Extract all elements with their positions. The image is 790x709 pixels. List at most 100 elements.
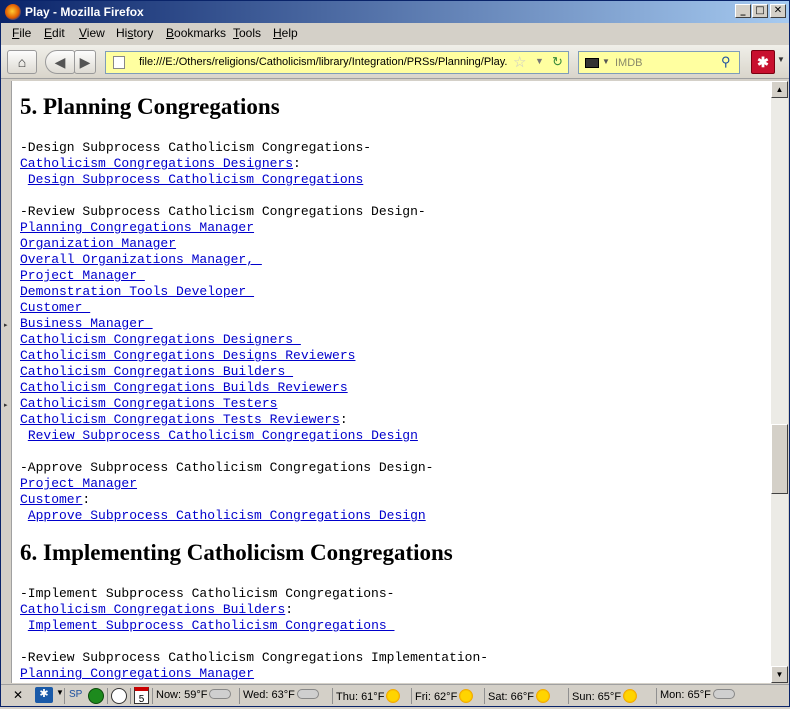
actor-link[interactable]: Business Manager	[20, 316, 153, 331]
partly-sunny-icon	[623, 689, 638, 703]
menu-file[interactable]: File	[12, 26, 31, 40]
actor-suffix: :	[285, 602, 294, 617]
scroll-down-arrow-icon[interactable]: ▼	[771, 666, 788, 683]
subprocess-link[interactable]: Review Subprocess Catholicism Congregati…	[28, 428, 418, 443]
section-heading: 5. Planning Congregations	[20, 94, 280, 119]
actor-link[interactable]: Planning Congregations Manager	[20, 220, 254, 235]
actor-suffix: :	[82, 492, 91, 507]
partly-sunny-icon	[535, 689, 550, 703]
scrollbar-thumb[interactable]	[771, 424, 788, 494]
weather-now[interactable]: Now: 59°F	[156, 689, 232, 701]
addon-button[interactable]: ✱	[751, 50, 775, 74]
close-findbar-icon[interactable]: ✕	[13, 688, 23, 702]
sun-icon	[459, 689, 474, 703]
url-text[interactable]: file:///E:/Others/religions/Catholicism/…	[139, 56, 509, 68]
title-bar: Play - Mozilla Firefox _ □ ✕	[1, 1, 789, 23]
sidebar-grip[interactable]: ▸ ▸	[1, 81, 11, 683]
back-arrow-icon: ◀	[54, 54, 66, 70]
addon-dropdown-icon[interactable]: ▼	[56, 688, 64, 697]
subprocess-link[interactable]: Design Subprocess Catholicism Congregati…	[28, 172, 363, 187]
cloud-icon	[712, 689, 735, 699]
navigation-toolbar: ⌂ ◀ ▶ file:///E:/Others/religions/Cathol…	[1, 45, 789, 79]
actor-link[interactable]: Overall Organizations Manager,	[20, 252, 262, 267]
grip-arrow-icon: ▸	[4, 322, 8, 329]
reload-icon[interactable]: ↻	[552, 54, 563, 70]
page-content: 5. Planning Congregations -Design Subpro…	[11, 81, 771, 683]
search-bar[interactable]: ▼ IMDB ⚲	[578, 51, 740, 74]
grip-arrow-icon: ▸	[4, 402, 8, 409]
process-title: -Review Subprocess Catholicism Congregat…	[20, 204, 426, 219]
actor-link[interactable]: Catholicism Congregations Builds Reviewe…	[20, 380, 348, 395]
firefox-logo-icon	[5, 4, 21, 20]
menu-edit[interactable]: Edit	[44, 26, 65, 40]
search-input[interactable]: IMDB	[615, 57, 643, 69]
menu-history[interactable]: History	[116, 26, 153, 40]
subprocess-link[interactable]: Implement Subprocess Catholicism Congreg…	[28, 618, 395, 633]
actor-link[interactable]: Project Manager	[20, 476, 137, 491]
process-title: -Implement Subprocess Catholicism Congre…	[20, 586, 395, 601]
window-title: Play - Mozilla Firefox	[25, 5, 144, 19]
sp-indicator[interactable]: SP	[69, 689, 82, 700]
cloud-icon	[209, 689, 232, 699]
power-icon[interactable]	[88, 688, 104, 704]
vertical-scrollbar[interactable]: ▲ ▼	[771, 81, 788, 683]
search-engine-icon[interactable]	[585, 58, 599, 68]
weather-forecast-day[interactable]: Sat: 66°F	[488, 689, 550, 703]
actor-link[interactable]: Planning Congregations Manager	[20, 666, 254, 681]
actor-link[interactable]: Catholicism Congregations Builders	[20, 602, 285, 617]
sun-icon	[386, 689, 401, 703]
minimize-button[interactable]: _	[735, 4, 751, 18]
actor-suffix: :	[293, 156, 301, 171]
actor-link[interactable]: Demonstration Tools Developer	[20, 284, 254, 299]
page-icon	[113, 56, 125, 69]
cloud-icon	[296, 689, 319, 699]
back-button[interactable]: ◀	[45, 50, 75, 74]
addon-bar-icon[interactable]: ✱	[35, 687, 53, 703]
actor-link[interactable]: Customer	[20, 492, 82, 507]
actor-link[interactable]: Catholicism Congregations Designs Review…	[20, 348, 355, 363]
home-button[interactable]: ⌂	[7, 50, 37, 74]
scroll-up-arrow-icon[interactable]: ▲	[771, 81, 788, 98]
document-body: 5. Planning Congregations -Design Subpro…	[20, 90, 770, 682]
actor-link[interactable]: Project Manager	[20, 268, 145, 283]
search-engine-dropdown-icon[interactable]: ▼	[602, 57, 610, 66]
url-bar[interactable]: file:///E:/Others/religions/Catholicism/…	[105, 51, 569, 74]
process-title: -Approve Subprocess Catholicism Congrega…	[20, 460, 434, 475]
process-title: -Review Subprocess Catholicism Congregat…	[20, 650, 489, 665]
close-button[interactable]: ✕	[770, 4, 786, 18]
weather-forecast-day[interactable]: Sun: 65°F	[572, 689, 638, 703]
home-icon: ⌂	[17, 54, 27, 70]
bookmark-star-icon[interactable]: ☆	[513, 53, 526, 71]
actor-link[interactable]: Catholicism Congregations Designers	[20, 332, 301, 347]
weather-forecast-day[interactable]: Thu: 61°F	[336, 689, 401, 703]
menu-bookmarks[interactable]: Bookmarks	[166, 26, 226, 40]
browser-window: Play - Mozilla Firefox _ □ ✕ File Edit V…	[0, 0, 790, 707]
forward-arrow-icon: ▶	[79, 54, 91, 70]
actor-link[interactable]: Organization Manager	[20, 236, 176, 251]
actor-link[interactable]: Customer	[20, 300, 90, 315]
actor-suffix: :	[339, 412, 348, 427]
subprocess-link[interactable]: Approve Subprocess Catholicism Congregat…	[28, 508, 426, 523]
actor-link[interactable]: Catholicism Congregations Tests Reviewer…	[20, 412, 340, 427]
maximize-button[interactable]: □	[752, 4, 768, 18]
process-title: -Design Subprocess Catholicism Congregat…	[20, 140, 372, 155]
weather-forecast-day[interactable]: Mon: 65°F	[660, 689, 735, 701]
status-bar: ✕ ✱ ▼ SP 5 Now: 59°F Wed: 63°F Thu: 61°F…	[1, 684, 789, 706]
addon-dropdown-icon[interactable]: ▼	[777, 55, 785, 64]
addon-red-icon: ✱	[757, 54, 769, 70]
section-heading: 6. Implementing Catholicism Congregation…	[20, 540, 453, 565]
menu-view[interactable]: View	[79, 26, 105, 40]
menu-bar: File Edit View History Bookmarks Tools H…	[1, 23, 789, 43]
menu-tools[interactable]: Tools	[233, 26, 261, 40]
calendar-icon[interactable]: 5	[134, 687, 149, 705]
weather-forecast-day[interactable]: Fri: 62°F	[415, 689, 474, 703]
search-icon[interactable]: ⚲	[721, 54, 731, 70]
actor-link[interactable]: Catholicism Congregations Testers	[20, 396, 277, 411]
actor-link[interactable]: Catholicism Congregations Designers	[20, 156, 293, 171]
actor-link[interactable]: Catholicism Congregations Builders	[20, 364, 293, 379]
forward-button[interactable]: ▶	[74, 50, 96, 74]
url-dropdown-icon[interactable]: ▼	[535, 56, 544, 66]
clock-icon[interactable]	[111, 688, 127, 704]
weather-forecast-day[interactable]: Wed: 63°F	[243, 689, 319, 701]
menu-help[interactable]: Help	[273, 26, 298, 40]
